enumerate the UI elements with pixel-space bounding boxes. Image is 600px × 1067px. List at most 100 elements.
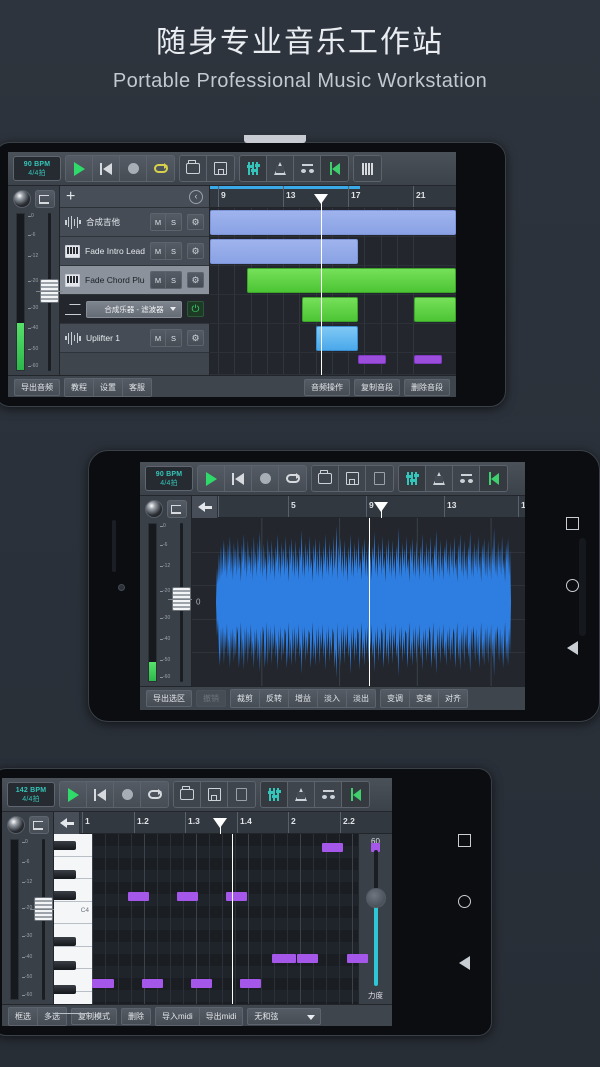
table-row[interactable]: Fade Chord Pluck M S ⚙ [60, 266, 209, 295]
midi-clip[interactable] [414, 355, 442, 364]
midi-clip[interactable] [414, 297, 456, 322]
android-home-button[interactable] [565, 578, 579, 592]
gear-icon[interactable]: ⚙ [187, 243, 204, 259]
midi-note[interactable] [142, 979, 163, 988]
settings-button[interactable]: 设置 [94, 379, 123, 396]
audio-clip[interactable] [316, 326, 358, 351]
audio-clip[interactable] [210, 210, 456, 235]
midi-note[interactable] [322, 843, 343, 852]
velocity-slider[interactable] [365, 850, 386, 986]
power-button[interactable]: ⏻ [187, 301, 204, 317]
p2-open-button[interactable] [312, 466, 339, 491]
solo-button[interactable]: S [166, 214, 181, 230]
pan-knob[interactable] [6, 816, 25, 834]
waveform-canvas[interactable] [206, 518, 525, 686]
android-home-button[interactable] [457, 895, 471, 908]
p1-note-button[interactable] [294, 156, 321, 181]
p3-rewind-button[interactable] [87, 782, 114, 807]
fader-handle[interactable] [36, 279, 63, 304]
p1-mixer-button[interactable] [240, 156, 267, 181]
black-key[interactable] [54, 891, 76, 900]
mute-button[interactable]: M [151, 214, 166, 230]
midi-note[interactable] [272, 954, 296, 963]
p2-new-button[interactable] [366, 466, 393, 491]
p1-loop-button[interactable] [147, 156, 174, 181]
piano-roll-grid[interactable] [92, 834, 380, 1004]
p3-snap-button[interactable] [342, 782, 369, 807]
playhead[interactable] [232, 834, 233, 1004]
solo-button[interactable]: S [166, 243, 181, 259]
black-key[interactable] [54, 841, 76, 850]
black-key[interactable] [54, 937, 76, 946]
playhead[interactable] [369, 518, 370, 686]
android-back-button[interactable] [458, 956, 470, 970]
route-button[interactable] [166, 500, 187, 518]
p2-mixer-button[interactable] [399, 466, 426, 491]
p2-snap-button[interactable] [480, 466, 507, 491]
fade-out-button[interactable]: 淡出 [347, 690, 375, 707]
p3-piano-roll[interactable]: C4 60 力度 [54, 834, 392, 1014]
fader-handle[interactable] [30, 896, 57, 921]
route-button[interactable] [34, 190, 55, 208]
export-audio-button[interactable]: 导出音频 [14, 379, 60, 396]
p3-loop-button[interactable] [141, 782, 168, 807]
route-button[interactable] [28, 816, 49, 834]
volume-fader[interactable] [30, 839, 57, 1000]
p2-metronome-button[interactable] [426, 466, 453, 491]
gear-icon[interactable]: ⚙ [187, 214, 204, 230]
p2-save-button[interactable] [339, 466, 366, 491]
tutorial-button[interactable]: 教程 [65, 379, 94, 396]
table-row[interactable]: Fade Intro Lead M S ⚙ [60, 237, 209, 266]
p1-snap-button[interactable] [321, 156, 348, 181]
back-button[interactable] [54, 812, 80, 834]
phone2-home-button[interactable] [118, 584, 125, 591]
android-back-button[interactable] [566, 641, 578, 656]
chord-select[interactable]: 无和弦 [247, 1008, 322, 1025]
p1-arrange-area[interactable]: 9 13 17 21 [210, 186, 456, 375]
playhead-marker[interactable] [314, 194, 328, 208]
midi-note[interactable] [128, 892, 149, 901]
midi-note[interactable] [191, 979, 212, 988]
p1-keyboard-button[interactable] [354, 156, 381, 181]
midi-clip[interactable] [247, 268, 456, 293]
p1-record-button[interactable] [120, 156, 147, 181]
p1-clip-lanes[interactable] [210, 208, 456, 375]
p2-loop-button[interactable] [279, 466, 306, 491]
pitch-shift-button[interactable]: 变调 [381, 690, 410, 707]
fader-handle[interactable] [168, 586, 195, 611]
midi-clip[interactable] [210, 239, 358, 264]
trim-button[interactable]: 裁剪 [231, 690, 260, 707]
pan-knob[interactable] [12, 190, 31, 208]
solo-button[interactable]: S [166, 330, 181, 346]
velocity-knob[interactable] [365, 888, 386, 909]
p2-bpm-display[interactable]: 90 BPM 4/4拍 [145, 466, 193, 491]
audio-ops-button[interactable]: 音频操作 [304, 379, 350, 396]
mute-button[interactable]: M [151, 330, 166, 346]
support-button[interactable]: 客服 [123, 379, 151, 396]
p1-play-button[interactable] [66, 156, 93, 181]
midi-note[interactable] [177, 892, 198, 901]
gain-button[interactable]: 增益 [289, 690, 318, 707]
playhead[interactable] [321, 208, 322, 375]
p2-record-button[interactable] [252, 466, 279, 491]
playhead-marker[interactable] [213, 818, 227, 834]
android-recent-button[interactable] [565, 516, 579, 530]
p2-play-button[interactable] [198, 466, 225, 491]
midi-note[interactable] [92, 979, 114, 988]
midi-note[interactable] [226, 892, 247, 901]
midi-note[interactable] [347, 954, 368, 963]
p2-waveform-view[interactable]: 0 [192, 518, 525, 686]
copy-clip-button[interactable]: 复制音段 [354, 379, 400, 396]
delete-clip-button[interactable]: 删除音段 [404, 379, 450, 396]
p2-timeline-ruler[interactable]: 5 9 13 17 [218, 496, 525, 518]
gear-icon[interactable]: ⚙ [187, 330, 204, 346]
p3-timeline-ruler[interactable]: 1 1.2 1.3 1.4 2 2.2 [80, 812, 392, 834]
marquee-select-button[interactable]: 框选 [9, 1008, 38, 1025]
black-key[interactable] [54, 985, 76, 994]
volume-fader[interactable] [168, 523, 195, 682]
p2-note-button[interactable] [453, 466, 480, 491]
piano-keybed[interactable]: C4 [54, 834, 92, 1014]
time-stretch-button[interactable]: 变速 [410, 690, 439, 707]
black-key[interactable] [54, 870, 76, 879]
table-row[interactable]: 合成乐器 - 滤波器 ⏻ [60, 295, 209, 324]
